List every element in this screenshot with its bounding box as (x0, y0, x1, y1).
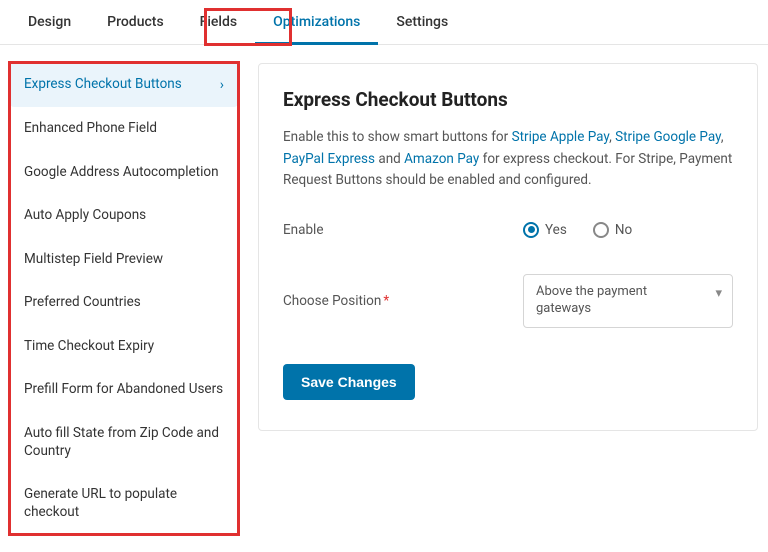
sidebar-item-label: Time Checkout Expiry (24, 338, 154, 356)
sidebar-item-label: Prefill Form for Abandoned Users (24, 381, 223, 399)
chevron-right-icon: › (220, 76, 224, 94)
top-tabs: DesignProductsFieldsOptimizationsSetting… (0, 0, 768, 45)
tab-settings[interactable]: Settings (378, 0, 466, 44)
sidebar-item-8[interactable]: Auto fill State from Zip Code and Countr… (10, 412, 238, 473)
save-button[interactable]: Save Changes (283, 364, 415, 400)
main-panel: Express Checkout Buttons Enable this to … (258, 63, 758, 431)
sidebar: Express Checkout Buttons › Enhanced Phone … (10, 63, 238, 534)
sidebar-item-1[interactable]: Enhanced Phone Field (10, 107, 238, 151)
sidebar-item-label: Auto fill State from Zip Code and Countr… (24, 425, 224, 460)
tab-optimizations[interactable]: Optimizations (255, 0, 378, 44)
required-asterisk: * (383, 293, 389, 309)
enable-no-radio[interactable]: No (593, 222, 632, 238)
description-text: Enable this to show smart buttons for St… (283, 127, 733, 192)
caret-down-icon: ▾ (715, 286, 722, 303)
sidebar-item-label: Generate URL to populate checkout (24, 486, 224, 521)
page-title: Express Checkout Buttons (283, 88, 733, 111)
sidebar-item-7[interactable]: Prefill Form for Abandoned Users (10, 368, 238, 412)
sidebar-item-9[interactable]: Generate URL to populate checkout (10, 473, 238, 534)
sidebar-item-label: Google Address Autocompletion (24, 164, 219, 182)
enable-label: Enable (283, 222, 523, 238)
tab-design[interactable]: Design (10, 0, 89, 44)
sidebar-item-3[interactable]: Auto Apply Coupons (10, 194, 238, 238)
radio-icon (523, 222, 539, 238)
radio-icon (593, 222, 609, 238)
sidebar-item-4[interactable]: Multistep Field Preview (10, 238, 238, 282)
position-label: Choose Position* (283, 293, 523, 309)
radio-label: Yes (545, 222, 567, 238)
sidebar-item-0[interactable]: Express Checkout Buttons › (10, 63, 238, 107)
tab-products[interactable]: Products (89, 0, 182, 44)
sidebar-item-6[interactable]: Time Checkout Expiry (10, 325, 238, 369)
sidebar-item-label: Auto Apply Coupons (24, 207, 146, 225)
position-select[interactable]: Above the payment gateways ▾ (523, 274, 733, 328)
link-amazon-pay[interactable]: Amazon Pay (404, 151, 479, 167)
sidebar-item-label: Express Checkout Buttons (24, 76, 182, 94)
position-field: Choose Position* Above the payment gatew… (283, 274, 733, 328)
tab-fields[interactable]: Fields (182, 0, 255, 44)
link-paypal-express[interactable]: PayPal Express (283, 151, 375, 167)
link-stripe-google-pay[interactable]: Stripe Google Pay (615, 129, 721, 145)
sidebar-item-label: Multistep Field Preview (24, 251, 163, 269)
sidebar-item-label: Enhanced Phone Field (24, 120, 157, 138)
sidebar-item-2[interactable]: Google Address Autocompletion (10, 151, 238, 195)
link-stripe-apple-pay[interactable]: Stripe Apple Pay (512, 129, 610, 145)
sidebar-item-label: Preferred Countries (24, 294, 141, 312)
radio-label: No (615, 222, 632, 238)
select-value: Above the payment gateways (536, 284, 647, 316)
enable-yes-radio[interactable]: Yes (523, 222, 567, 238)
sidebar-item-5[interactable]: Preferred Countries (10, 281, 238, 325)
enable-field: Enable Yes No (283, 222, 733, 238)
